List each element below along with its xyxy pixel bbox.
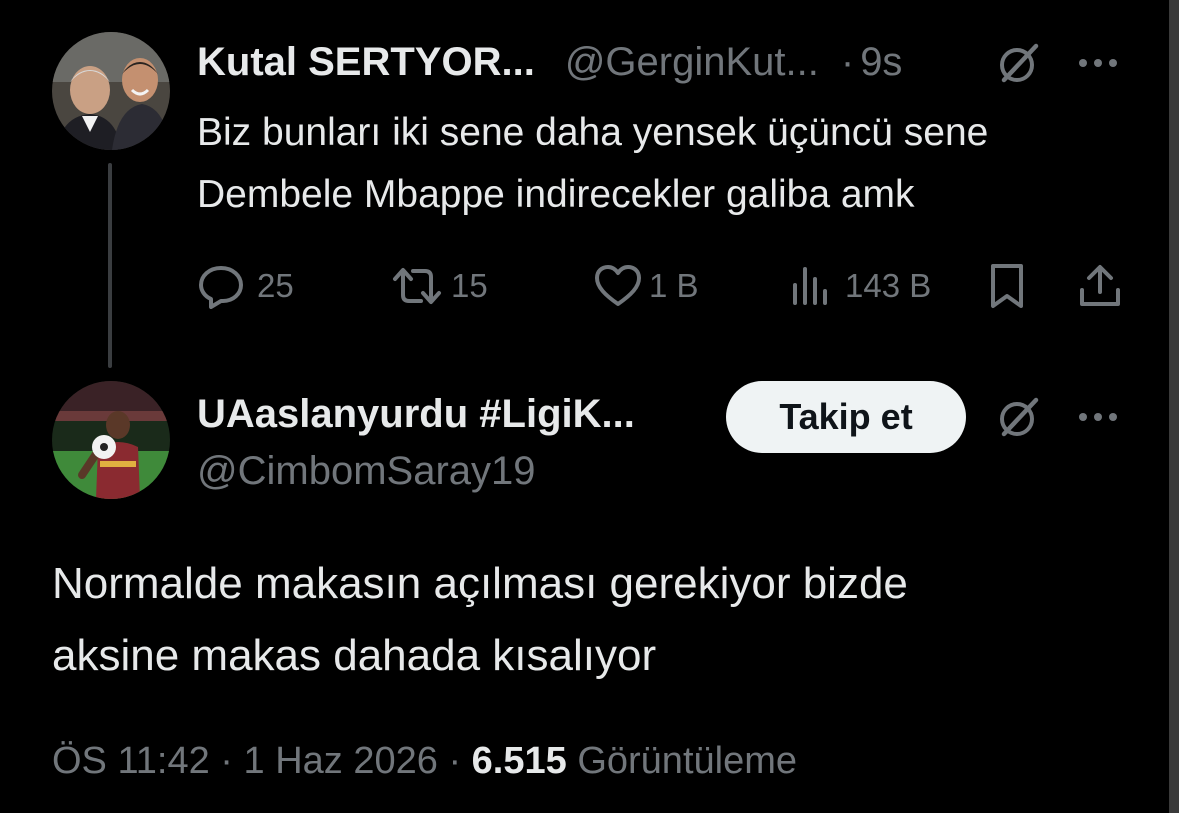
parent-author-name[interactable]: Kutal SERTYOR... (197, 40, 535, 85)
parent-tweet-text-line: Dembele Mbappe indirecekler galiba amk (197, 173, 915, 216)
reply-icon (197, 263, 245, 309)
main-author-handle-row: @CimbomSaray19 (197, 446, 536, 496)
retweet-button[interactable]: 15 (389, 258, 488, 314)
parent-time-separator: · (840, 39, 855, 84)
thread-connector-line (108, 163, 112, 368)
retweet-icon (389, 263, 445, 309)
tweet-views-label: Görüntüleme (577, 740, 797, 782)
reply-button[interactable]: 25 (197, 258, 294, 314)
grok-icon[interactable] (994, 392, 1044, 442)
main-avatar[interactable] (52, 381, 170, 499)
share-button[interactable] (1077, 258, 1123, 314)
parent-tweet-text: Biz bunları iki sene daha yensek üçüncü … (197, 102, 1147, 226)
heart-icon (593, 263, 643, 309)
views-count: 143 B (845, 267, 932, 304)
parent-tweet-time[interactable]: 9s (860, 40, 902, 85)
more-icon[interactable] (1075, 50, 1121, 76)
grok-icon[interactable] (994, 38, 1044, 88)
main-tweet-text: Normalde makasın açılması gerekiyor bizd… (52, 548, 1152, 692)
like-button[interactable]: 1 B (593, 258, 699, 314)
bookmark-icon (987, 262, 1027, 310)
tweet-date[interactable]: 1 Haz 2026 (244, 740, 438, 782)
tweet-meta: ÖS 11:42 · 1 Haz 2026 · 6.515 Görüntülem… (52, 740, 797, 783)
main-author-name[interactable]: UAaslanyurdu #LigiK... (197, 392, 635, 437)
like-count: 1 B (649, 267, 699, 304)
scrollbar[interactable] (1169, 0, 1179, 813)
reply-count: 25 (257, 267, 294, 304)
meta-separator: · (220, 740, 233, 782)
retweet-count: 15 (451, 267, 488, 304)
main-tweet-text-line: aksine makas dahada kısalıyor (52, 631, 657, 680)
parent-avatar[interactable] (52, 32, 170, 150)
share-icon (1077, 262, 1123, 310)
parent-tweet-text-line: Biz bunları iki sene daha yensek üçüncü … (197, 111, 989, 154)
parent-tweet-actions: 25 15 1 B 143 B (197, 258, 1127, 314)
main-author-name-row: UAaslanyurdu #LigiK... (197, 388, 635, 440)
more-icon[interactable] (1075, 404, 1121, 430)
views-button[interactable]: 143 B (789, 258, 931, 314)
bookmark-button[interactable] (987, 258, 1027, 314)
tweet-time[interactable]: ÖS 11:42 (52, 740, 210, 782)
main-author-handle[interactable]: @CimbomSaray19 (197, 449, 536, 494)
meta-separator: · (448, 740, 462, 782)
views-icon (789, 263, 833, 309)
main-tweet-text-line: Normalde makasın açılması gerekiyor bizd… (52, 559, 908, 608)
parent-tweet-header: Kutal SERTYOR... @GerginKut... · 9s (197, 36, 902, 88)
parent-author-handle[interactable]: @GerginKut... (565, 40, 819, 85)
tweet-views-count: 6.515 (471, 740, 567, 782)
follow-button[interactable]: Takip et (726, 381, 966, 453)
